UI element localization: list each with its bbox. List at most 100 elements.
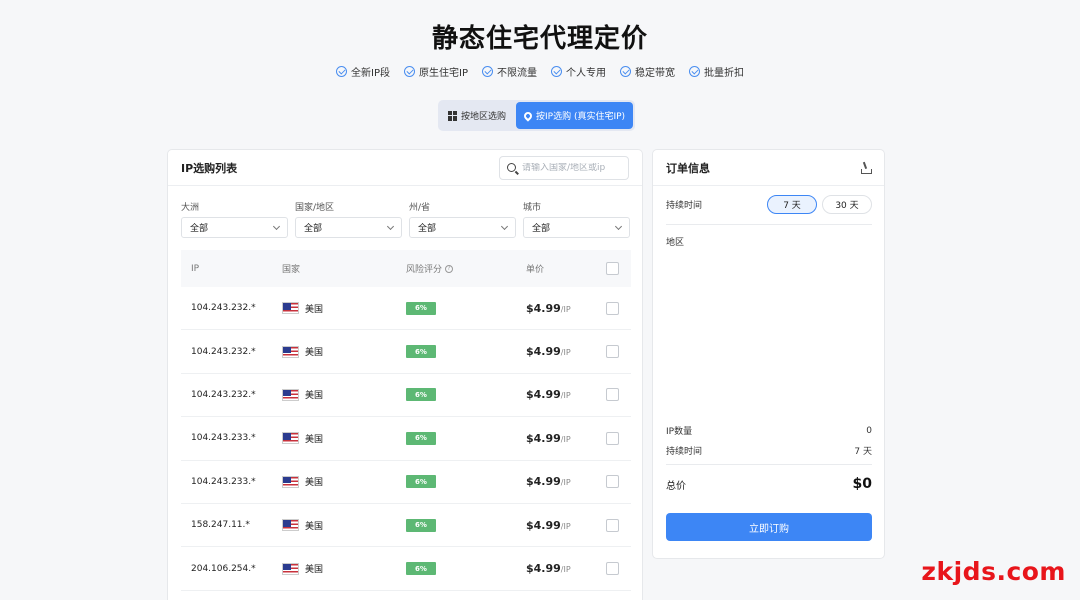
- country-name: 美国: [305, 521, 324, 532]
- ip-address: 104.243.232.*: [191, 346, 256, 357]
- country-cell: 美国: [282, 388, 406, 401]
- order-panel: 订单信息 持续时间 7 天 30 天 地区 IP数量 0 持续时间 7 天 总价 …: [652, 149, 885, 559]
- country-cell: 美国: [282, 562, 406, 575]
- row-checkbox[interactable]: [605, 388, 619, 402]
- purchase-mode-switch: 按地区选购 按IP选购 (真实住宅IP): [438, 100, 636, 131]
- price-amount: $4.99: [526, 431, 561, 445]
- check-circle-icon: [550, 66, 562, 77]
- ip-count-row: IP数量 0: [666, 424, 872, 438]
- row-select: [593, 431, 631, 445]
- ip-table: IP 国家 风险评分? 单价 104.243.232.* 美国 6% $4.99…: [181, 250, 631, 591]
- table-row: 104.243.232.* 美国 6% $4.99/IP: [181, 287, 631, 331]
- price-unit: /IP: [560, 391, 571, 401]
- row-checkbox[interactable]: [605, 562, 619, 576]
- info-icon[interactable]: ?: [445, 264, 454, 273]
- risk-cell: 6%: [406, 562, 526, 576]
- buy-by-region-label: 按地区选购: [461, 112, 507, 122]
- feature-label: 批量折扣: [703, 68, 744, 79]
- buy-by-region-button[interactable]: 按地区选购: [440, 102, 514, 129]
- filter-label: 城市: [523, 203, 542, 213]
- risk-badge: 6%: [406, 301, 436, 315]
- select-all-checkbox[interactable]: [605, 262, 619, 275]
- order-title: 订单信息: [666, 161, 710, 175]
- us-flag-icon: [282, 302, 299, 315]
- us-flag-icon: [282, 345, 299, 358]
- country-select[interactable]: 全部: [295, 217, 402, 238]
- row-select: [593, 562, 631, 576]
- row-checkbox[interactable]: [605, 431, 619, 445]
- chevron-down-icon: [614, 222, 623, 230]
- feature-item: 个人专用: [550, 64, 606, 79]
- feature-label: 个人专用: [565, 68, 606, 79]
- column-select-all: [593, 262, 631, 275]
- duration-30-days-button[interactable]: 30 天: [822, 195, 872, 214]
- price-cell: $4.99/IP: [526, 345, 593, 358]
- duration-summary-label: 持续时间: [666, 447, 703, 457]
- feature-item: 批量折扣: [688, 64, 744, 79]
- duration-7-days-button[interactable]: 7 天: [767, 195, 817, 214]
- table-row: 104.243.232.* 美国 6% $4.99/IP: [181, 374, 631, 418]
- country-cell: 美国: [282, 475, 406, 488]
- ip-list-header: IP选购列表: [168, 150, 642, 186]
- table-row: 104.243.233.* 美国 6% $4.99/IP: [181, 417, 631, 461]
- page-title: 静态住宅代理定价: [431, 24, 648, 54]
- country-name: 美国: [305, 348, 324, 359]
- ip-list-title: IP选购列表: [181, 161, 238, 175]
- order-now-button[interactable]: 立即订购: [666, 513, 872, 541]
- price-amount: $4.99: [526, 518, 561, 532]
- ip-count-label: IP数量: [666, 427, 693, 437]
- price-cell: $4.99/IP: [526, 432, 593, 445]
- price-unit: /IP: [560, 304, 571, 314]
- country-name: 美国: [305, 478, 324, 489]
- row-checkbox[interactable]: [605, 475, 619, 489]
- search-input[interactable]: [522, 162, 622, 173]
- buy-by-ip-button[interactable]: 按IP选购 (真实住宅IP): [516, 102, 634, 129]
- clear-broom-icon[interactable]: [859, 162, 872, 174]
- row-checkbox[interactable]: [605, 345, 619, 359]
- continent-select[interactable]: 全部: [181, 217, 288, 238]
- price-amount: $4.99: [526, 301, 561, 315]
- filter-city: 城市 全部: [523, 200, 630, 238]
- price-amount: $4.99: [526, 562, 561, 576]
- risk-badge: 6%: [406, 388, 436, 402]
- row-checkbox[interactable]: [605, 301, 619, 315]
- country-name: 美国: [305, 304, 324, 315]
- city-select[interactable]: 全部: [523, 217, 630, 238]
- ip-address: 104.243.233.*: [191, 476, 256, 487]
- chevron-down-icon: [386, 222, 395, 230]
- us-flag-icon: [282, 519, 299, 532]
- duration-summary-value: 7 天: [854, 447, 872, 457]
- ip-address: 104.243.232.*: [191, 389, 256, 400]
- order-header: 订单信息: [653, 150, 884, 186]
- building-icon: [448, 110, 457, 121]
- price-unit: /IP: [560, 521, 571, 531]
- row-checkbox[interactable]: [605, 518, 619, 532]
- filter-label: 大洲: [181, 203, 200, 213]
- price-cell: $4.99/IP: [526, 475, 593, 488]
- search-box: [499, 155, 629, 180]
- region-row: 地区: [666, 235, 872, 248]
- duration-options: 7 天 30 天: [767, 195, 872, 214]
- risk-cell: 6%: [406, 431, 526, 445]
- state-select[interactable]: 全部: [409, 217, 516, 238]
- feature-label: 稳定带宽: [634, 68, 675, 79]
- row-select: [593, 388, 631, 402]
- price-cell: $4.99/IP: [526, 519, 593, 532]
- total-value: $0: [852, 476, 872, 492]
- check-circle-icon: [688, 66, 700, 77]
- row-select: [593, 475, 631, 489]
- feature-label: 原生住宅IP: [419, 68, 468, 79]
- risk-cell: 6%: [406, 388, 526, 402]
- check-circle-icon: [336, 66, 348, 77]
- risk-badge: 6%: [406, 562, 436, 576]
- filter-label: 国家/地区: [295, 203, 335, 213]
- duration-label: 持续时间: [666, 201, 703, 211]
- location-pin-icon: [522, 109, 534, 122]
- price-unit: /IP: [560, 478, 571, 488]
- risk-cell: 6%: [406, 345, 526, 359]
- select-value: 全部: [190, 224, 209, 234]
- column-ip: IP: [191, 263, 200, 274]
- ip-address: 104.243.233.*: [191, 433, 256, 444]
- select-value: 全部: [418, 224, 437, 234]
- row-select: [593, 345, 631, 359]
